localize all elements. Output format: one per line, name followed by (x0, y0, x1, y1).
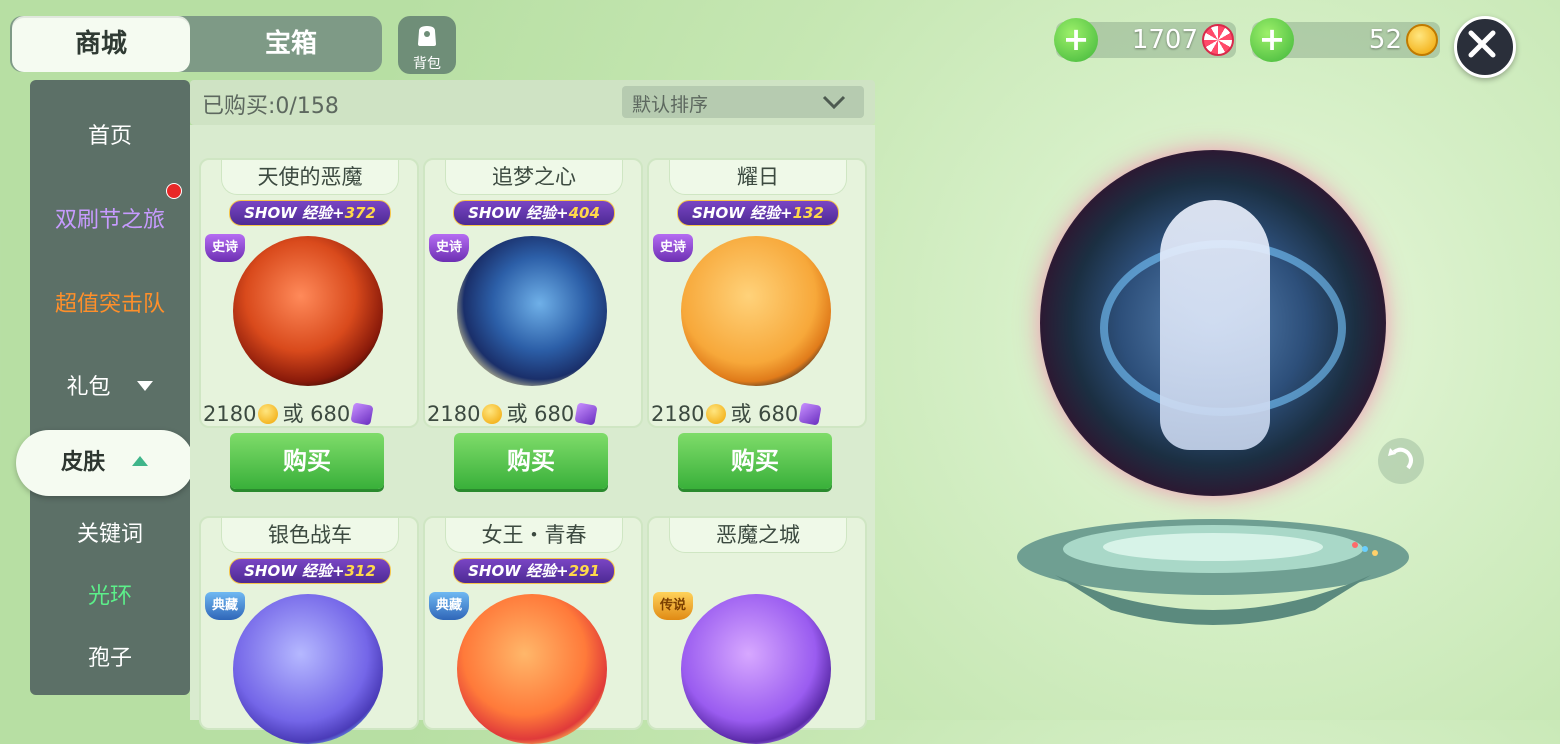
nav-item-double-festival[interactable]: 双刷节之旅 (30, 202, 190, 234)
coin-currency: + 52 (1250, 18, 1440, 62)
nav-item-gift-pack[interactable]: 礼包 (30, 369, 190, 401)
item-price: 2180 或 680 (651, 398, 863, 428)
tab-chest[interactable]: 宝箱 (200, 16, 382, 72)
nav-item-value-squad[interactable]: 超值突击队 (30, 286, 190, 318)
nav-item-home[interactable]: 首页 (30, 118, 190, 150)
candy-amount: 1707 (1131, 25, 1198, 55)
chevron-down-icon (822, 95, 846, 109)
item-name: 耀日 (669, 160, 847, 195)
skin-orb-preview (457, 594, 607, 744)
top-tab-bar: 商城 宝箱 (10, 16, 382, 72)
nav-item-skin-label: 皮肤 (61, 450, 106, 475)
show-exp-badge: SHOW 经验+372 (229, 200, 391, 226)
skin-orb-preview (457, 236, 607, 386)
show-exp-badge: SHOW 经验+291 (453, 558, 615, 584)
skin-orb-preview (681, 594, 831, 744)
coin-icon (258, 404, 279, 424)
rarity-badge: 史诗 (653, 234, 693, 262)
display-platform (1017, 519, 1409, 625)
nav-item-keyword[interactable]: 关键词 (30, 516, 190, 548)
nav-item-gift-pack-label: 礼包 (66, 375, 111, 400)
notification-dot (166, 183, 182, 199)
nav-item-spore[interactable]: 孢子 (30, 640, 190, 672)
sort-dropdown-value: 默认排序 (632, 94, 709, 116)
show-exp-badge: SHOW 经验+312 (229, 558, 391, 584)
close-button[interactable] (1454, 16, 1516, 78)
nav-item-skin[interactable]: 皮肤 (16, 430, 194, 496)
item-price: 2180 或 680 (203, 398, 415, 428)
item-card[interactable]: 恶魔之城 传说 (647, 516, 867, 744)
rarity-badge: 典藏 (429, 592, 469, 620)
gem-icon (574, 402, 598, 426)
buy-button[interactable]: 购买 (230, 433, 384, 489)
bag-button[interactable]: 背包 (398, 16, 456, 74)
coin-icon (482, 404, 503, 424)
lollipop-icon (1202, 24, 1234, 56)
chevron-down-icon (136, 381, 153, 391)
skin-orb-preview (681, 236, 831, 386)
bag-icon (418, 26, 436, 46)
gem-icon (798, 402, 822, 426)
purchased-count: 已购买:0/158 (202, 94, 339, 119)
item-name: 银色战车 (221, 518, 399, 553)
item-name: 追梦之心 (445, 160, 623, 195)
show-exp-badge: SHOW 经验+132 (677, 200, 839, 226)
rotate-icon (1388, 447, 1413, 470)
item-name: 天使的恶魔 (221, 160, 399, 195)
item-price: 2180 或 680 (427, 398, 639, 428)
chevron-up-icon (131, 456, 148, 466)
rarity-badge: 史诗 (429, 234, 469, 262)
coin-amount: 52 (1368, 25, 1402, 55)
skin-orb-preview (233, 236, 383, 386)
bag-label: 背包 (413, 56, 441, 72)
buy-button[interactable]: 购买 (454, 433, 608, 489)
add-candy-button[interactable]: + (1054, 18, 1098, 62)
add-coin-button[interactable]: + (1250, 18, 1294, 62)
coin-icon (1406, 24, 1438, 56)
rotate-button[interactable] (1378, 438, 1424, 484)
nav-item-halo[interactable]: 光环 (30, 578, 190, 610)
gem-icon (350, 402, 374, 426)
skin-orb-preview (233, 594, 383, 744)
tab-shop[interactable]: 商城 (12, 16, 190, 72)
character-illustration (1160, 200, 1270, 450)
item-card[interactable]: 天使的恶魔 SHOW 经验+372 史诗 2180 或 680 (199, 158, 419, 428)
skin-preview (1040, 150, 1386, 496)
show-exp-badge: SHOW 经验+404 (453, 200, 615, 226)
close-icon (1468, 30, 1496, 58)
item-card[interactable]: 耀日 SHOW 经验+132 史诗 2180 或 680 (647, 158, 867, 428)
rarity-badge: 传说 (653, 592, 693, 620)
item-name: 女王・青春 (445, 518, 623, 553)
rarity-badge: 典藏 (205, 592, 245, 620)
item-card[interactable]: 银色战车 SHOW 经验+312 典藏 (199, 516, 419, 744)
item-card[interactable]: 追梦之心 SHOW 经验+404 史诗 2180 或 680 (423, 158, 643, 428)
item-name: 恶魔之城 (669, 518, 847, 553)
rarity-badge: 史诗 (205, 234, 245, 262)
coin-icon (706, 404, 727, 424)
item-card[interactable]: 女王・青春 SHOW 经验+291 典藏 (423, 516, 643, 744)
buy-button[interactable]: 购买 (678, 433, 832, 489)
candy-currency: + 1707 (1054, 18, 1236, 62)
sort-dropdown[interactable]: 默认排序 (622, 86, 864, 118)
